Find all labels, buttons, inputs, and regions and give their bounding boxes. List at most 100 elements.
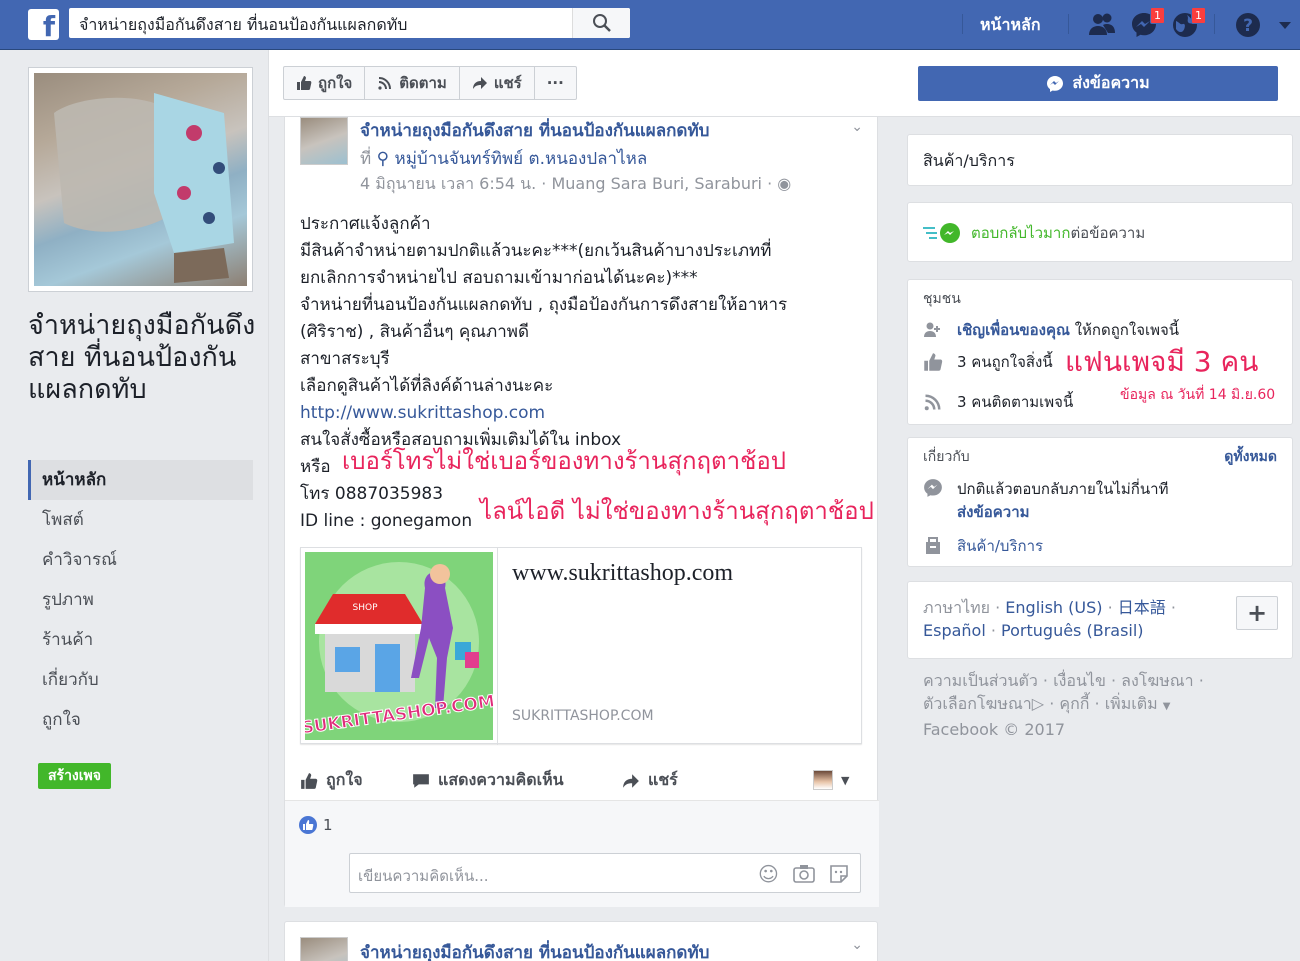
post-options-chevron-icon[interactable]: ⌄ <box>851 119 863 135</box>
messages-badge: 1 <box>1150 7 1165 24</box>
language-japanese[interactable]: 日本語 <box>1118 598 1166 617</box>
page-share-button[interactable]: แชร์ <box>460 67 535 99</box>
friend-requests-button[interactable] <box>1087 10 1117 40</box>
responsiveness-box: ตอบกลับไวมากต่อข้อความ <box>907 202 1293 262</box>
add-language-button[interactable]: + <box>1236 596 1278 630</box>
comment-bubble-icon <box>413 773 429 788</box>
page-follow-button[interactable]: ติดตาม <box>365 67 460 99</box>
post-as-selector[interactable]: ▼ <box>813 770 849 790</box>
like-count: 1 <box>323 816 333 834</box>
post-location-link[interactable]: หมู่บ้านจันทร์ทิพย์ ต.หนองปลาไหล <box>394 149 647 169</box>
facebook-logo[interactable]: f <box>28 9 59 40</box>
reaction-summary[interactable]: 1 <box>299 816 333 834</box>
page-title: จำหน่ายถุงมือกันดึงสาย ที่นอนป้องกันแผลก… <box>28 310 256 405</box>
language-english[interactable]: English (US) <box>1005 598 1102 617</box>
column-divider <box>268 50 269 961</box>
post-time-text[interactable]: 4 มิถุนายน เวลา 6:54 น. · Muang Sara Bur… <box>360 174 772 193</box>
nav-item-home[interactable]: หน้าหลัก <box>28 460 253 500</box>
page-action-bar: ถูกใจ ติดตาม แชร์ ··· ส่งข้อความ <box>269 50 1300 117</box>
svg-text:?: ? <box>1243 16 1253 36</box>
language-box: ภาษาไทย · English (US) · 日本語 · Español ·… <box>907 581 1293 659</box>
footer-links: ความเป็นส่วนตัว · เงื่อนไข · ลงโฆษณา · ต… <box>923 669 1293 741</box>
post-line: จำหน่ายที่นอนป้องกันแผลกดทับ , ถุงมือป้อ… <box>300 295 788 315</box>
post-author-name[interactable]: จำหน่ายถุงมือกันดึงสาย ที่นอนป้องกันแผลก… <box>360 939 709 961</box>
search-input[interactable]: จำหน่ายถุงมือกันดึงสาย ที่นอนป้องกันแผลก… <box>79 13 407 38</box>
language-portuguese[interactable]: Português (Brasil) <box>1001 621 1144 640</box>
invite-friends-link[interactable]: เชิญเพื่อนของคุณ <box>957 321 1070 339</box>
post-author-avatar[interactable] <box>300 937 348 961</box>
link-card-title[interactable]: www.sukrittashop.com <box>512 560 733 587</box>
link-card-divider <box>497 548 498 745</box>
help-button[interactable]: ? <box>1233 10 1263 40</box>
language-thai: ภาษาไทย <box>923 598 991 617</box>
footer-line-2[interactable]: · คุกกี้ · เพิ่มเติม <box>1049 694 1157 713</box>
page-likes-row: 3 คนถูกใจสิ่งนี้ <box>923 350 1053 374</box>
responsiveness-row: ตอบกลับไวมากต่อข้อความ <box>923 221 1145 245</box>
fans-count-annotation: แฟนเพจมี 3 คน <box>1065 345 1259 378</box>
thumbs-up-icon <box>297 76 312 90</box>
comment-input[interactable]: เขียนความคิดเห็น... ☺ <box>349 853 861 893</box>
page-like-button[interactable]: ถูกใจ <box>284 67 366 99</box>
nav-item-photos[interactable]: รูปภาพ <box>28 580 253 620</box>
rss-follow-icon <box>378 77 392 90</box>
sticker-icon[interactable] <box>829 864 849 884</box>
nav-item-about[interactable]: เกี่ยวกับ <box>28 660 253 700</box>
reply-time-text: ปกติแล้วตอบกลับภายในไม่กี่นาที <box>957 480 1169 498</box>
post-author-name[interactable]: จำหน่ายถุงมือกันดึงสาย ที่นอนป้องกันแผลก… <box>360 117 709 144</box>
ad-choices-link[interactable]: ตัวเลือกโฆษณา <box>923 694 1032 713</box>
like-reaction-icon <box>299 816 317 834</box>
fast-messenger-icon <box>923 223 960 243</box>
search-button[interactable] <box>572 8 630 38</box>
responsive-fast-text: ตอบกลับไวมาก <box>971 224 1071 242</box>
camera-icon[interactable] <box>793 864 815 884</box>
post-like-button[interactable]: ถูกใจ <box>300 768 363 793</box>
post-share-label: แชร์ <box>648 770 678 789</box>
comment-placeholder: เขียนความคิดเห็น... <box>358 867 489 885</box>
rss-follow-icon <box>924 394 941 411</box>
page-follows-row: 3 คนติดตามเพจนี้ <box>923 390 1073 414</box>
emoji-icon[interactable]: ☺ <box>758 862 779 886</box>
post-line: ยกเลิกการจำหน่ายไป สอบถามเข้ามาก่อนได้นะ… <box>300 268 698 288</box>
send-message-button[interactable]: ส่งข้อความ <box>918 66 1278 101</box>
post-author-avatar[interactable] <box>300 117 348 165</box>
invite-friends-icon <box>924 322 940 337</box>
notifications-badge: 1 <box>1191 7 1206 24</box>
link-preview-card[interactable]: SHOP SUKRITTASHOP.COM www.sukrittashop.c… <box>300 547 862 745</box>
post-action-bar: ถูกใจ แสดงความคิดเห็น แชร์ ▼ <box>285 762 879 802</box>
nav-item-shop[interactable]: ร้านค้า <box>28 620 253 660</box>
nav-divider <box>1068 14 1069 34</box>
post-location: ที่ ⚲ หมู่บ้านจันทร์ทิพย์ ต.หนองปลาไหล <box>360 145 647 172</box>
more-caret-icon: ▼ <box>1162 701 1171 712</box>
location-pin-icon: ⚲ <box>376 149 390 169</box>
post-share-button[interactable]: แชร์ <box>622 768 678 793</box>
search-box[interactable]: จำหน่ายถุงมือกันดึงสาย ที่นอนป้องกันแผลก… <box>69 8 630 38</box>
about-products-link[interactable]: สินค้า/บริการ <box>957 534 1043 558</box>
nav-item-reviews[interactable]: คำวิจารณ์ <box>28 540 253 580</box>
language-spanish[interactable]: Español <box>923 621 986 640</box>
page-follows-count[interactable]: 3 คนติดตามเพจนี้ <box>957 390 1073 414</box>
account-menu-button[interactable] <box>1275 10 1295 40</box>
thumbs-up-icon <box>301 772 318 789</box>
products-box[interactable]: สินค้า/บริการ <box>907 134 1293 186</box>
about-box: เกี่ยวกับ ดูทั้งหมด ปกติแล้วตอบกลับภายใน… <box>907 437 1293 567</box>
post-or-text: หรือ <box>300 457 331 477</box>
nav-item-likes[interactable]: ถูกใจ <box>28 700 253 740</box>
messages-button[interactable]: 1 <box>1129 7 1165 40</box>
about-send-message-link[interactable]: ส่งข้อความ <box>957 503 1030 521</box>
date-annotation: ข้อมูล ณ วันที่ 14 มิ.ย.60 <box>1120 387 1276 403</box>
post-comment-button[interactable]: แสดงความคิดเห็น <box>412 768 564 793</box>
post-link[interactable]: http://www.sukrittashop.com <box>300 403 545 423</box>
line-id-warning-annotation: ไลน์ไอดี ไม่ใช่ของทางร้านสุกฤตาช้อป <box>480 497 874 525</box>
footer-line-1[interactable]: ความเป็นส่วนตัว · เงื่อนไข · ลงโฆษณา · <box>923 669 1293 692</box>
page-follow-label: ติดตาม <box>399 74 447 92</box>
see-all-link[interactable]: ดูทั้งหมด <box>1224 446 1277 468</box>
post-line: เลือกดูสินค้าได้ที่ลิงค์ด้านล่างนะคะ <box>300 376 554 396</box>
page-likes-count[interactable]: 3 คนถูกใจสิ่งนี้ <box>957 350 1053 374</box>
post-options-chevron-icon[interactable]: ⌄ <box>851 937 863 953</box>
nav-item-posts[interactable]: โพสต์ <box>28 500 253 540</box>
home-link[interactable]: หน้าหลัก <box>980 13 1041 38</box>
notifications-button[interactable]: 1 <box>1170 7 1206 40</box>
page-profile-picture[interactable] <box>28 67 253 292</box>
create-page-button[interactable]: สร้างเพจ <box>38 763 111 789</box>
page-more-button[interactable]: ··· <box>535 67 576 99</box>
